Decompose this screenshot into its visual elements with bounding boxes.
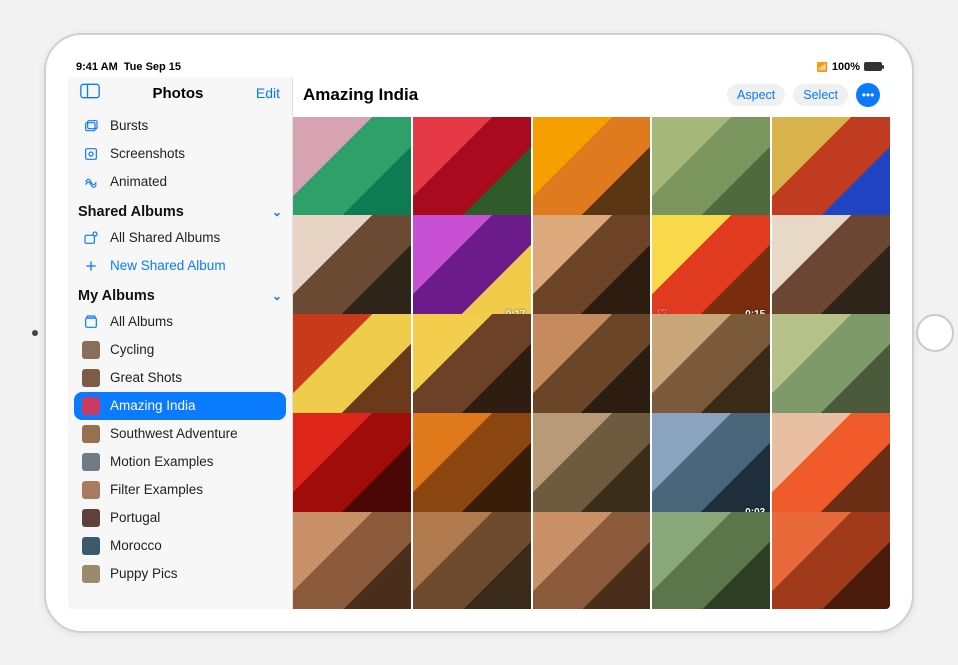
- more-button[interactable]: •••: [856, 83, 880, 107]
- camera-dot: [32, 330, 38, 336]
- sidebar-item-label: Puppy Pics: [110, 566, 178, 581]
- photo-thumbnail[interactable]: [533, 314, 651, 423]
- photo-thumbnail[interactable]: [293, 314, 411, 423]
- photo-thumbnail[interactable]: [293, 512, 411, 609]
- photo-thumbnail[interactable]: [293, 117, 411, 226]
- photo-thumbnail[interactable]: [772, 512, 890, 609]
- album-thumb-icon: [82, 509, 100, 527]
- my-albums-section[interactable]: My Albums ⌄: [68, 280, 292, 308]
- photo-thumbnail[interactable]: [652, 512, 770, 609]
- sidebar-item-bursts[interactable]: Bursts: [74, 112, 286, 140]
- photo-thumbnail[interactable]: [772, 215, 890, 324]
- my-albums-label: My Albums: [78, 288, 155, 304]
- shared-albums-label: Shared Albums: [78, 204, 184, 220]
- album-thumb-icon: [82, 397, 100, 415]
- sidebar-item-label: Motion Examples: [110, 454, 214, 469]
- album-thumb-icon: [82, 369, 100, 387]
- photo-thumbnail[interactable]: [533, 512, 651, 609]
- sidebar-item-great-shots[interactable]: Great Shots: [74, 364, 286, 392]
- animated-icon: [82, 173, 100, 191]
- sidebar-item-cycling[interactable]: Cycling: [74, 336, 286, 364]
- status-time: 9:41 AM: [76, 61, 118, 73]
- sidebar-item-new-shared-album[interactable]: New Shared Album: [74, 252, 286, 280]
- photo-thumbnail[interactable]: [772, 314, 890, 423]
- photo-thumbnail[interactable]: [652, 314, 770, 423]
- ipad-frame: 9:41 AM Tue Sep 15 100% Photos Edit Bu: [44, 33, 914, 633]
- sidebar-item-label: Morocco: [110, 538, 162, 553]
- sidebar-item-all-shared-albums[interactable]: All Shared Albums: [74, 224, 286, 252]
- status-bar: 9:41 AM Tue Sep 15 100%: [68, 57, 890, 77]
- plus-icon: [82, 257, 100, 275]
- photo-grid: 0:17 0:15♡ 0:03: [293, 117, 890, 609]
- sidebar-item-all-albums[interactable]: All Albums: [74, 308, 286, 336]
- sidebar-item-label: Great Shots: [110, 370, 182, 385]
- album-thumb-icon: [82, 481, 100, 499]
- photo-thumbnail[interactable]: [772, 413, 890, 522]
- sidebar-item-screenshots[interactable]: Screenshots: [74, 140, 286, 168]
- photo-thumbnail[interactable]: [413, 117, 531, 226]
- sidebar-item-label: Portugal: [110, 510, 160, 525]
- sidebar-item-label: Cycling: [110, 342, 154, 357]
- photo-thumbnail[interactable]: [413, 512, 531, 609]
- home-button[interactable]: [916, 314, 954, 352]
- album-title: Amazing India: [303, 85, 418, 105]
- photo-thumbnail[interactable]: [413, 413, 531, 522]
- sidebar-toggle-icon[interactable]: [80, 83, 100, 104]
- sidebar-item-animated[interactable]: Animated: [74, 168, 286, 196]
- sidebar-item-label: Amazing India: [110, 398, 196, 413]
- chevron-down-icon: ⌄: [272, 205, 282, 219]
- sidebar-item-amazing-india[interactable]: Amazing India: [74, 392, 286, 420]
- sidebar-item-morocco[interactable]: Morocco: [74, 532, 286, 560]
- album-thumb-icon: [82, 453, 100, 471]
- shared-albums-section[interactable]: Shared Albums ⌄: [68, 196, 292, 224]
- sidebar: Photos Edit Bursts Screenshots Animated Sh…: [68, 77, 293, 609]
- wifi-icon: [817, 61, 828, 73]
- screen: 9:41 AM Tue Sep 15 100% Photos Edit Bu: [68, 57, 890, 609]
- sidebar-item-motion-examples[interactable]: Motion Examples: [74, 448, 286, 476]
- sidebar-item-label: Southwest Adventure: [110, 426, 238, 441]
- photo-thumbnail[interactable]: [533, 117, 651, 226]
- select-button[interactable]: Select: [793, 84, 848, 106]
- sidebar-item-puppy-pics[interactable]: Puppy Pics: [74, 560, 286, 588]
- edit-button[interactable]: Edit: [256, 85, 280, 101]
- sidebar-item-portugal[interactable]: Portugal: [74, 504, 286, 532]
- sidebar-title: Photos: [100, 85, 256, 102]
- sidebar-item-label: All Albums: [110, 314, 173, 329]
- sidebar-item-label: Screenshots: [110, 146, 185, 161]
- photo-thumbnail[interactable]: [293, 413, 411, 522]
- sidebar-item-southwest-adventure[interactable]: Southwest Adventure: [74, 420, 286, 448]
- shared-icon: [82, 229, 100, 247]
- photo-thumbnail[interactable]: [293, 215, 411, 324]
- main-pane: Amazing India Aspect Select ••• 0:17 0:15…: [293, 77, 890, 609]
- photo-thumbnail[interactable]: [533, 413, 651, 522]
- battery-icon: [864, 62, 882, 71]
- sidebar-item-label: New Shared Album: [110, 258, 226, 273]
- aspect-button[interactable]: Aspect: [727, 84, 785, 106]
- battery-percent: 100%: [832, 61, 860, 73]
- sidebar-item-label: Animated: [110, 174, 167, 189]
- chevron-down-icon: ⌄: [272, 289, 282, 303]
- bursts-icon: [82, 117, 100, 135]
- album-thumb-icon: [82, 425, 100, 443]
- album-thumb-icon: [82, 537, 100, 555]
- photo-thumbnail[interactable]: [772, 117, 890, 226]
- status-date: Tue Sep 15: [124, 61, 181, 73]
- photo-thumbnail[interactable]: [652, 117, 770, 226]
- photo-thumbnail[interactable]: [533, 215, 651, 324]
- photo-thumbnail[interactable]: 0:15♡: [652, 215, 770, 324]
- photo-thumbnail[interactable]: [413, 314, 531, 423]
- sidebar-item-label: Bursts: [110, 118, 148, 133]
- album-thumb-icon: [82, 565, 100, 583]
- sidebar-item-label: All Shared Albums: [110, 230, 220, 245]
- screenshots-icon: [82, 145, 100, 163]
- album-thumb-icon: [82, 341, 100, 359]
- albums-icon: [82, 313, 100, 331]
- photo-thumbnail[interactable]: 0:17: [413, 215, 531, 324]
- photo-thumbnail[interactable]: 0:03: [652, 413, 770, 522]
- sidebar-item-label: Filter Examples: [110, 482, 203, 497]
- sidebar-item-filter-examples[interactable]: Filter Examples: [74, 476, 286, 504]
